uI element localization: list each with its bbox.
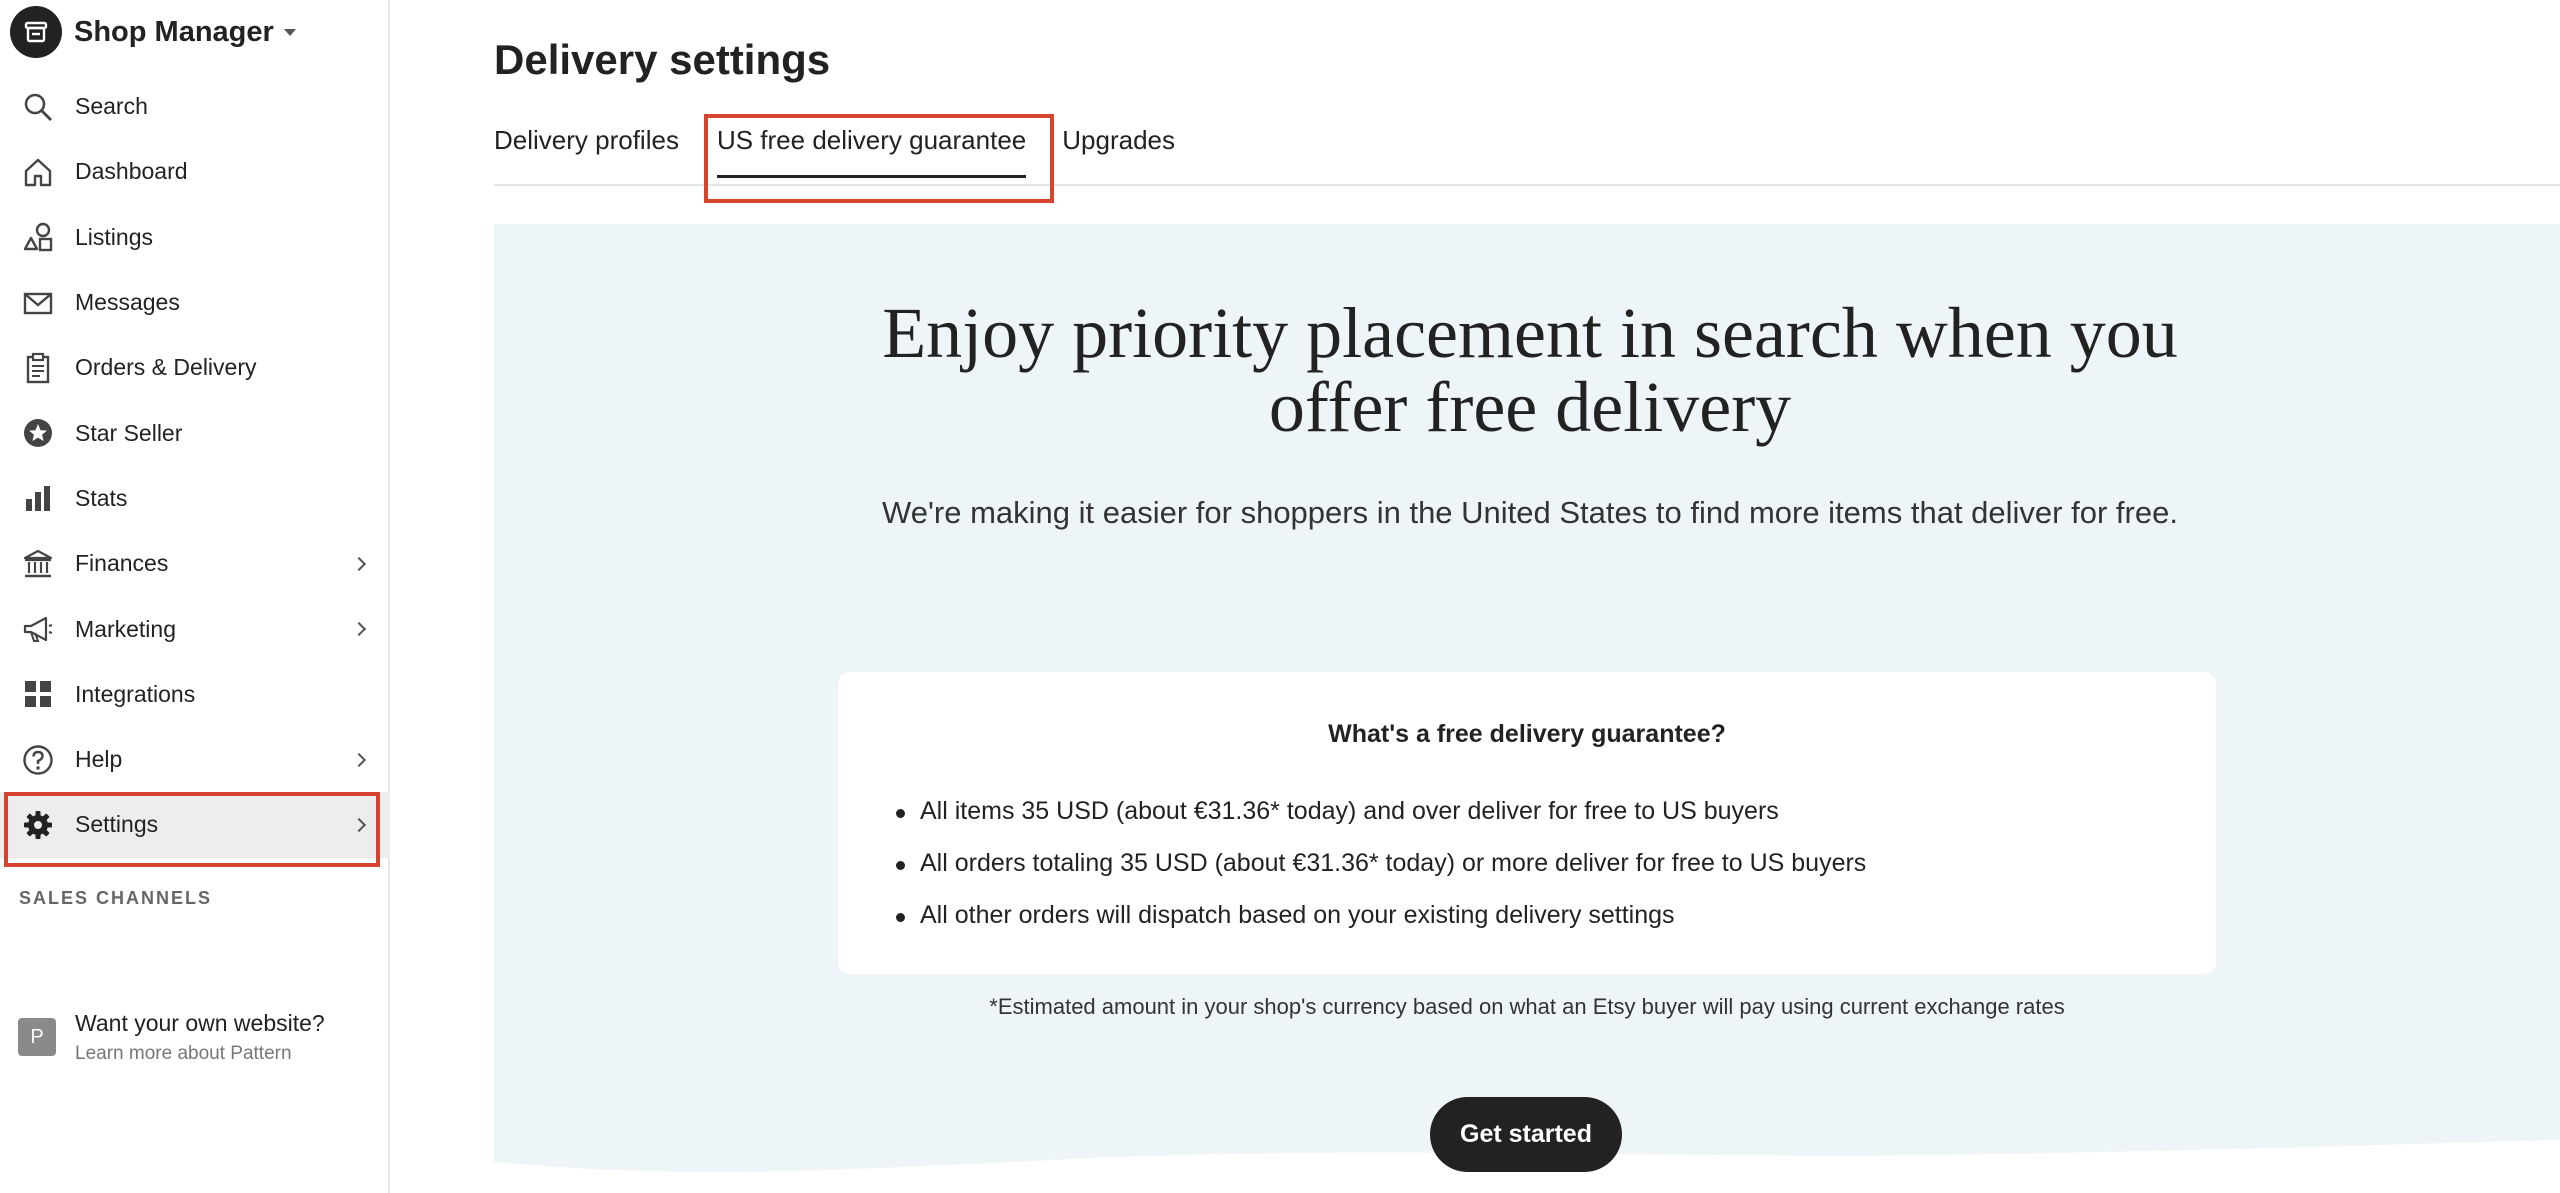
sidebar-item-label: Star Seller	[75, 419, 183, 446]
sidebar-item-messages[interactable]: Messages	[0, 270, 390, 335]
hero-headline: Enjoy priority placement in search when …	[882, 293, 2178, 447]
tab-us-free-delivery-guarantee[interactable]: US free delivery guarantee	[716, 125, 1027, 178]
shapes-icon	[20, 219, 56, 255]
help-circle-icon	[20, 742, 56, 778]
pattern-subtitle: Learn more about Pattern	[75, 1043, 292, 1064]
sidebar-item-label: Orders & Delivery	[75, 354, 257, 381]
sidebar-item-finances[interactable]: Finances	[0, 531, 390, 596]
sales-channels-heading: SALES CHANNELS	[19, 888, 213, 908]
sidebar-item-search[interactable]: Search	[0, 74, 390, 139]
sidebar: Shop Manager Search Dashboard Listings M…	[0, 0, 390, 1193]
pattern-logo-icon: P	[18, 1018, 56, 1056]
list-item: All other orders will dispatch based on …	[896, 901, 1866, 953]
megaphone-icon	[20, 611, 56, 647]
shop-manager-menu[interactable]: Shop Manager	[10, 4, 296, 60]
guarantee-bullet-list: All items 35 USD (about €31.36* today) a…	[896, 797, 1866, 953]
sidebar-item-label: Finances	[75, 550, 169, 577]
sidebar-item-label: Search	[75, 93, 148, 120]
sidebar-item-orders-delivery[interactable]: Orders & Delivery	[0, 335, 390, 400]
sidebar-item-integrations[interactable]: Integrations	[0, 662, 390, 727]
exchange-rate-footnote: *Estimated amount in your shop's currenc…	[989, 994, 2065, 1019]
pattern-promo-text: Want your own website? Learn more about …	[75, 1010, 325, 1065]
sidebar-item-label: Marketing	[75, 615, 176, 642]
bank-icon	[20, 546, 56, 582]
sidebar-item-marketing[interactable]: Marketing	[0, 596, 390, 661]
tabs-divider	[494, 184, 2560, 186]
bar-chart-icon	[20, 480, 56, 516]
tab-upgrades[interactable]: Upgrades	[1062, 125, 1175, 178]
sidebar-item-star-seller[interactable]: Star Seller	[0, 400, 390, 465]
shop-logo-icon	[10, 6, 62, 58]
sidebar-item-label: Help	[75, 746, 123, 773]
delivery-tabs: Delivery profiles US free delivery guara…	[494, 125, 1211, 178]
card-title: What's a free delivery guarantee?	[1328, 720, 1726, 748]
sidebar-item-label: Listings	[75, 223, 153, 250]
page-title: Delivery settings	[494, 36, 831, 83]
sidebar-item-settings[interactable]: Settings	[0, 792, 390, 858]
sidebar-item-listings[interactable]: Listings	[0, 205, 390, 270]
sidebar-item-label: Settings	[75, 811, 159, 838]
sidebar-item-label: Integrations	[75, 680, 196, 707]
chevron-right-icon	[351, 817, 367, 832]
chevron-right-icon	[351, 621, 367, 637]
chevron-right-icon	[351, 556, 367, 571]
tab-delivery-profiles[interactable]: Delivery profiles	[494, 125, 679, 178]
pattern-title: Want your own website?	[75, 1010, 325, 1036]
sidebar-item-stats[interactable]: Stats	[0, 466, 390, 531]
home-icon	[20, 154, 56, 190]
gear-icon	[20, 807, 56, 843]
get-started-button[interactable]: Get started	[1430, 1097, 1622, 1172]
pattern-promo-link[interactable]: P Want your own website? Learn more abou…	[18, 1010, 325, 1065]
sidebar-item-label: Dashboard	[75, 158, 188, 185]
grid-icon	[20, 676, 56, 712]
search-icon	[20, 89, 56, 125]
caret-down-icon	[283, 28, 296, 36]
list-item: All orders totaling 35 USD (about €31.36…	[896, 849, 1866, 901]
list-item: All items 35 USD (about €31.36* today) a…	[896, 797, 1866, 849]
star-badge-icon	[20, 415, 56, 451]
sidebar-item-help[interactable]: Help	[0, 727, 390, 792]
sidebar-nav: Search Dashboard Listings Messages Order…	[0, 74, 390, 858]
clipboard-icon	[20, 350, 56, 386]
app-window: Shop Manager Search Dashboard Listings M…	[0, 0, 2560, 1193]
sidebar-item-label: Stats	[75, 484, 128, 511]
hero-subtext: We're making it easier for shoppers in t…	[882, 495, 2178, 530]
guarantee-info-card: What's a free delivery guarantee? All it…	[838, 672, 2216, 974]
shop-manager-title: Shop Manager	[74, 15, 274, 48]
envelope-icon	[20, 285, 56, 321]
chevron-right-icon	[351, 752, 367, 767]
sidebar-item-label: Messages	[75, 289, 180, 316]
sidebar-item-dashboard[interactable]: Dashboard	[0, 139, 390, 204]
